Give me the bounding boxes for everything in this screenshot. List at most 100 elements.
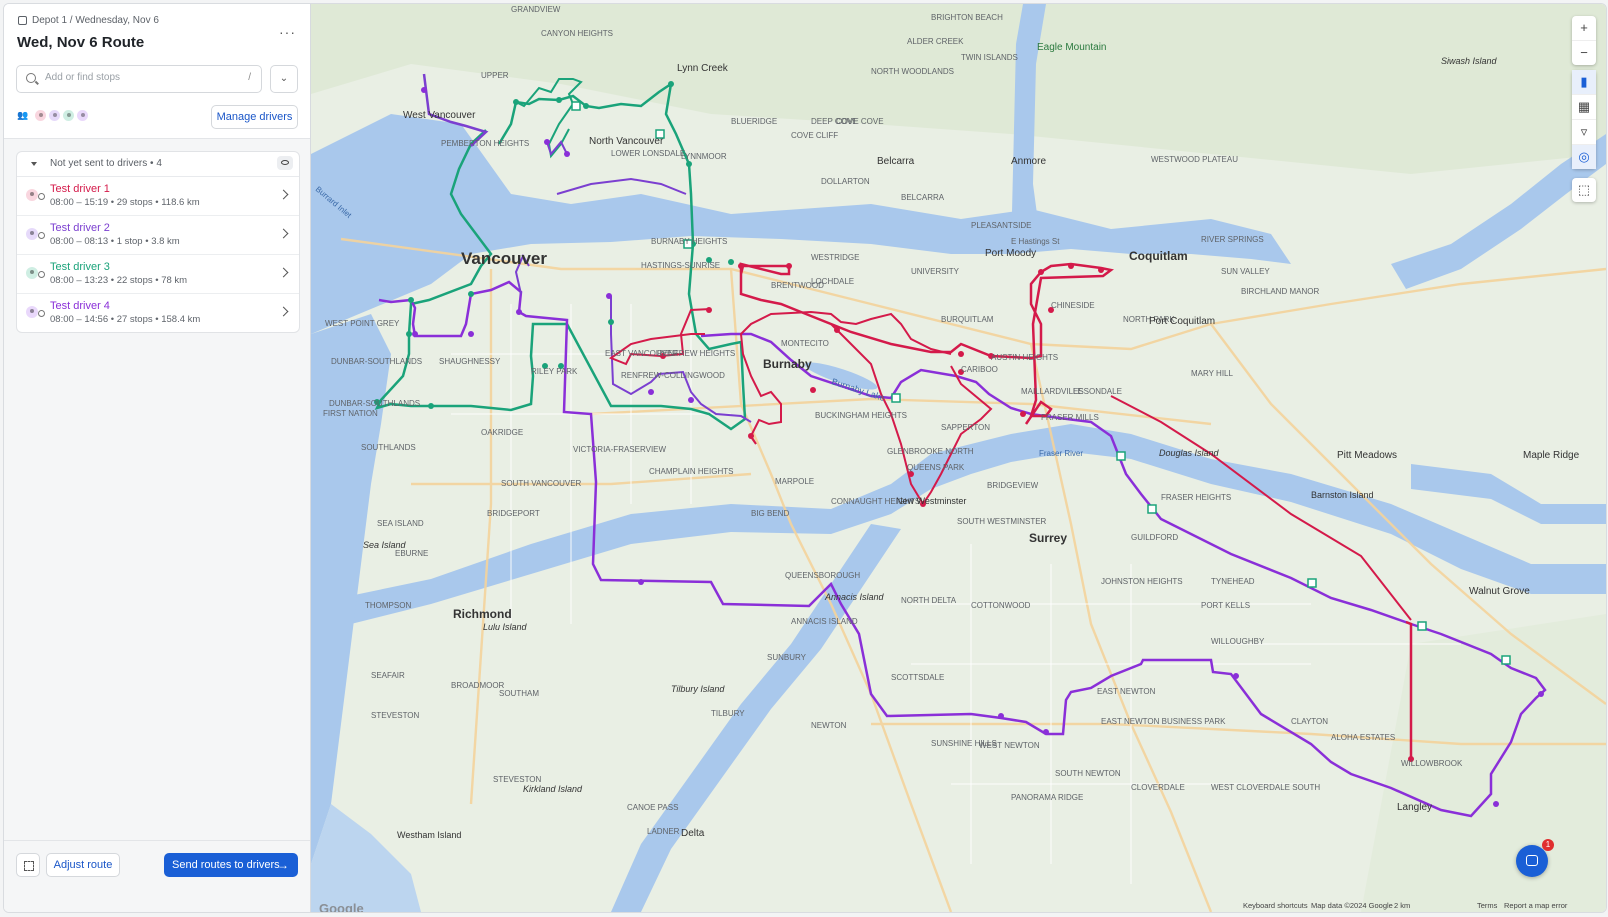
chat-support-button[interactable]	[1516, 845, 1548, 877]
svg-text:PLEASANTSIDE: PLEASANTSIDE	[971, 221, 1031, 230]
map-label-walnut-grove: Walnut Grove	[1469, 586, 1530, 597]
svg-text:BLUERIDGE: BLUERIDGE	[731, 117, 777, 126]
sidebar-header: Depot 1 / Wednesday, Nov 6 Wed, Nov 6 Ro…	[4, 4, 310, 139]
svg-text:WESTWOOD PLATEAU: WESTWOOD PLATEAU	[1151, 155, 1238, 164]
search-input[interactable]	[43, 71, 237, 84]
report-error-link[interactable]: Report a map error	[1504, 901, 1567, 910]
traffic-layer-icon[interactable]: ◎	[1572, 145, 1596, 169]
svg-text:DUNBAR-SOUTHLANDS: DUNBAR-SOUTHLANDS	[329, 399, 420, 408]
svg-text:CARIBOO: CARIBOO	[961, 365, 998, 374]
chat-notification-badge: 1	[1542, 839, 1554, 851]
lasso-select-icon[interactable]: ⬚	[1572, 178, 1596, 202]
svg-text:COVE COVE: COVE COVE	[836, 117, 884, 126]
map-label-surrey: Surrey	[1029, 531, 1067, 545]
breadcrumb[interactable]: Depot 1 / Wednesday, Nov 6	[18, 15, 159, 26]
svg-text:GUILDFORD: GUILDFORD	[1131, 533, 1178, 542]
map-label-belcarra: Belcarra	[877, 156, 915, 167]
scale-text: 2 km	[1394, 901, 1411, 910]
map-view-icon[interactable]: ▮	[1572, 70, 1596, 95]
avatar	[26, 267, 38, 279]
svg-text:OAKRIDGE: OAKRIDGE	[481, 428, 523, 437]
keyboard-shortcuts-link[interactable]: Keyboard shortcuts	[1243, 901, 1308, 910]
svg-text:BIG BEND: BIG BEND	[751, 509, 789, 518]
svg-text:STEVESTON: STEVESTON	[493, 775, 542, 784]
svg-text:MONTECITO: MONTECITO	[781, 339, 829, 348]
svg-text:SOUTH NEWTON: SOUTH NEWTON	[1055, 769, 1121, 778]
svg-text:ALOHA ESTATES: ALOHA ESTATES	[1331, 733, 1395, 742]
svg-text:CANOE PASS: CANOE PASS	[627, 803, 678, 812]
map-label-port-coquitlam: Port Coquitlam	[1149, 316, 1215, 327]
svg-text:BROADMOOR: BROADMOOR	[451, 681, 505, 690]
svg-text:TILBURY: TILBURY	[711, 709, 745, 718]
zoom-in-button[interactable]: +	[1572, 16, 1596, 41]
svg-text:SUNBURY: SUNBURY	[767, 653, 807, 662]
svg-text:CHAMPLAIN HEIGHTS: CHAMPLAIN HEIGHTS	[649, 467, 733, 476]
arrow-right-icon: →	[277, 858, 289, 872]
driver-group-header[interactable]: Not yet sent to drivers • 4	[17, 152, 299, 177]
eye-icon[interactable]	[277, 156, 293, 170]
driver-row-4[interactable]: Test driver 4 08:00 – 14:56 • 27 stops •…	[17, 294, 299, 332]
selection-controls: ⬚	[1572, 178, 1596, 202]
svg-text:WEST CLOVERDALE SOUTH: WEST CLOVERDALE SOUTH	[1211, 783, 1320, 792]
google-logo: Google	[319, 901, 364, 912]
map-label-coquitlam: Coquitlam	[1129, 249, 1188, 263]
svg-text:BURQUITLAM: BURQUITLAM	[941, 315, 994, 324]
svg-text:BIRCHLAND MANOR: BIRCHLAND MANOR	[1241, 287, 1319, 296]
svg-text:CLAYTON: CLAYTON	[1291, 717, 1328, 726]
send-routes-label: Send routes to drivers	[172, 859, 280, 871]
chevron-right-icon	[278, 267, 289, 278]
map-label-fraser-river: Fraser River	[1039, 449, 1083, 458]
search-box[interactable]: /	[16, 65, 262, 93]
map-label-douglas-island: Douglas Island	[1159, 448, 1220, 458]
map-label-delta: Delta	[681, 828, 705, 839]
clock-icon	[38, 232, 45, 239]
svg-text:NEWTON: NEWTON	[811, 721, 847, 730]
svg-text:EBURNE: EBURNE	[395, 549, 428, 558]
driver-row-2[interactable]: Test driver 2 08:00 – 08:13 • 1 stop • 3…	[17, 216, 299, 255]
search-options-dropdown[interactable]: ⌄	[270, 65, 298, 93]
svg-text:WILLOWBROOK: WILLOWBROOK	[1401, 759, 1463, 768]
map-label-siwash-island: Siwash Island	[1441, 56, 1498, 66]
map-label-tilbury-island: Tilbury Island	[671, 684, 725, 694]
more-options-button[interactable]: ···	[279, 24, 296, 40]
driver-name: Test driver 3	[50, 261, 110, 273]
svg-text:STEVESTON: STEVESTON	[371, 711, 420, 720]
svg-text:FRASER HEIGHTS: FRASER HEIGHTS	[1161, 493, 1231, 502]
driver-meta: 08:00 – 15:19 • 29 stops • 118.6 km	[50, 197, 200, 208]
satellite-view-icon[interactable]: ▦	[1572, 95, 1596, 120]
map-label-pitt-meadows: Pitt Meadows	[1337, 450, 1397, 461]
svg-text:WILLOUGHBY: WILLOUGHBY	[1211, 637, 1265, 646]
search-icon	[26, 73, 36, 83]
terms-link[interactable]: Terms	[1477, 901, 1497, 910]
svg-text:RIVER SPRINGS: RIVER SPRINGS	[1201, 235, 1264, 244]
collapse-caret-icon[interactable]	[31, 162, 37, 166]
map-label-lynn-creek: Lynn Creek	[677, 63, 729, 74]
manage-drivers-button[interactable]: Manage drivers	[211, 105, 298, 129]
svg-text:PANORAMA RIDGE: PANORAMA RIDGE	[1011, 793, 1083, 802]
map-data-text: Map data ©2024 Google	[1311, 901, 1393, 910]
driver-row-1[interactable]: Test driver 1 08:00 – 15:19 • 29 stops •…	[17, 177, 299, 216]
chevron-right-icon	[278, 306, 289, 317]
svg-text:FRASER MILLS: FRASER MILLS	[1041, 413, 1099, 422]
avatar	[77, 110, 89, 121]
stops-filter-icon[interactable]: ▿	[1572, 120, 1596, 145]
sidebar-footer: Adjust route Send routes to drivers →	[4, 840, 310, 912]
map-label-kirkland-island: Kirkland Island	[523, 784, 583, 794]
svg-text:EAST NEWTON BUSINESS PARK: EAST NEWTON BUSINESS PARK	[1101, 717, 1226, 726]
send-routes-button[interactable]: Send routes to drivers →	[164, 853, 298, 877]
zoom-out-button[interactable]: −	[1572, 41, 1596, 65]
map-label-maple-ridge: Maple Ridge	[1523, 450, 1580, 461]
driver-row-3[interactable]: Test driver 3 08:00 – 13:23 • 22 stops •…	[17, 255, 299, 294]
svg-text:PEMBERTON HEIGHTS: PEMBERTON HEIGHTS	[441, 139, 529, 148]
chevron-right-icon	[278, 189, 289, 200]
chevron-right-icon	[278, 228, 289, 239]
map-label-richmond: Richmond	[453, 607, 512, 621]
driver-avatars[interactable]: 👥	[17, 110, 89, 121]
search-shortcut-hint: /	[248, 72, 251, 83]
svg-text:EAST VANCOUVER: EAST VANCOUVER	[605, 349, 678, 358]
select-area-button[interactable]	[16, 853, 40, 877]
map-canvas[interactable]: GRANDVIEW CANYON HEIGHTS UPPER BRIGHTON BE…	[311, 4, 1606, 912]
route-map[interactable]: GRANDVIEW CANYON HEIGHTS UPPER BRIGHTON BE…	[311, 4, 1606, 912]
svg-text:COVE CLIFF: COVE CLIFF	[791, 131, 838, 140]
adjust-route-button[interactable]: Adjust route	[46, 853, 120, 877]
